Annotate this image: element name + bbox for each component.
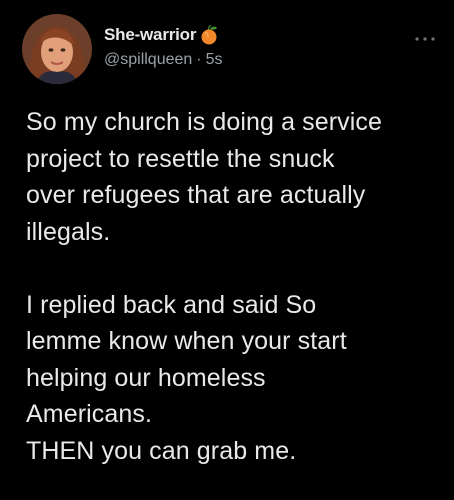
handle[interactable]: @spillqueen — [104, 51, 192, 69]
display-name[interactable]: She-warrior — [104, 25, 196, 45]
more-options-icon — [415, 37, 435, 41]
profile-photo-icon — [22, 14, 92, 84]
tweet-line: So my church is doing a service — [26, 108, 383, 136]
separator: · — [196, 51, 202, 68]
handle-row: @spillqueen · 5s — [104, 51, 223, 69]
tweet-line: over refugees that are actually — [26, 181, 366, 209]
author-name-row: She-warrior — [104, 22, 219, 48]
tweet-line: illegals. — [26, 217, 111, 246]
tweet-line: I replied back and said So — [26, 290, 317, 319]
tweet-line: Americans. — [26, 400, 153, 428]
tweet-blank-line — [26, 250, 436, 287]
more-options-button[interactable] — [410, 28, 440, 50]
avatar[interactable] — [22, 14, 92, 84]
tweet-line: THEN you can grab me. — [26, 436, 297, 465]
peach-icon — [199, 25, 219, 45]
tweet-line: helping our homeless — [26, 363, 266, 392]
tweet-line: lemme know when your start — [26, 327, 347, 355]
tweet-card: She-warrior @spillqueen · 5s So my churc… — [0, 0, 454, 500]
tweet-text: So my church is doing a service project … — [26, 104, 436, 469]
timestamp[interactable]: 5s — [206, 51, 223, 69]
tweet-line: project to resettle the snuck — [26, 144, 335, 173]
